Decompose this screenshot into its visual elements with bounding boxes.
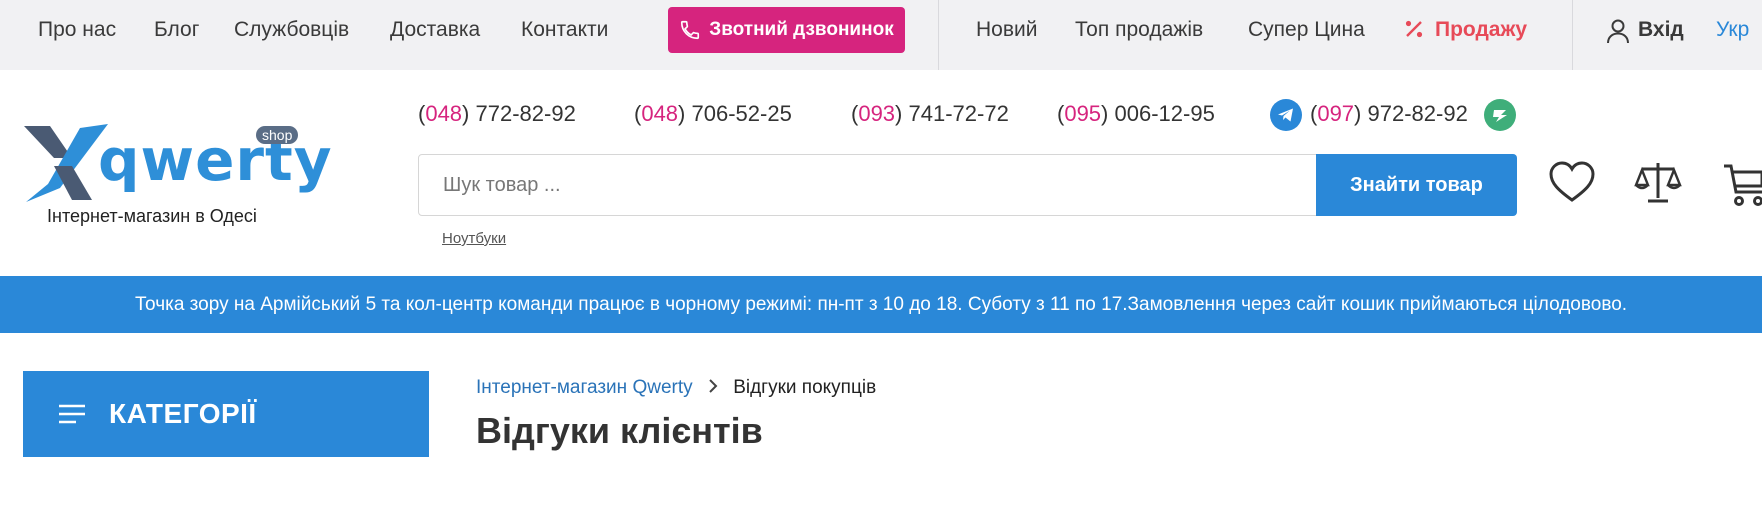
language-switch[interactable]: Укр xyxy=(1716,0,1749,60)
phone-link[interactable]: (093) 741-72-72 xyxy=(851,101,1009,127)
cart-icon[interactable] xyxy=(1722,160,1762,208)
phone-link[interactable]: (048) 772-82-92 xyxy=(418,101,576,127)
categories-label: КАТЕГОРІЇ xyxy=(109,398,257,429)
info-banner: Точка зору на Армійський 5 та кол-центр … xyxy=(0,276,1762,333)
user-icon xyxy=(1607,19,1629,44)
phone-link[interactable]: (095) 006-12-95 xyxy=(1057,101,1215,127)
nav-link-about[interactable]: Про нас xyxy=(38,0,116,60)
logo-wordmark: qwerty xyxy=(98,126,333,194)
phone-link[interactable]: (048) 706-52-25 xyxy=(634,101,792,127)
search-button[interactable]: Знайти товар xyxy=(1316,154,1517,216)
nav-link-blog[interactable]: Блог xyxy=(154,0,199,60)
site-logo[interactable]: qwerty shop Інтернет-магазин в Одесі xyxy=(20,120,332,240)
nav-link-new[interactable]: Новий xyxy=(976,0,1037,60)
chevron-right-icon xyxy=(708,377,718,399)
nav-link-contacts[interactable]: Контакти xyxy=(521,0,608,60)
menu-icon xyxy=(59,404,85,424)
nav-link-top-sales[interactable]: Топ продажів xyxy=(1075,0,1203,60)
nav-link-staff[interactable]: Службовців xyxy=(234,0,349,60)
nav-link-sale[interactable]: Продажу xyxy=(1435,0,1527,60)
page-title: Відгуки клієнтів xyxy=(476,410,763,451)
breadcrumb: Інтернет-магазин Qwerty Відгуки покупців xyxy=(476,377,876,399)
callback-label: Звотний дзвонинок xyxy=(709,19,894,40)
phone-link[interactable]: (097) 972-82-92 xyxy=(1310,101,1468,127)
nav-link-delivery[interactable]: Доставка xyxy=(390,0,480,60)
search-hint-link[interactable]: Ноутбуки xyxy=(442,230,506,247)
divider xyxy=(938,0,939,70)
callback-button[interactable]: Звотний дзвонинок xyxy=(668,7,905,53)
viber-icon[interactable] xyxy=(1484,99,1516,131)
divider xyxy=(1572,0,1573,70)
breadcrumb-home-link[interactable]: Інтернет-магазин Qwerty xyxy=(476,377,693,398)
search-input[interactable] xyxy=(418,154,1318,216)
logo-tagline: Інтернет-магазин в Одесі xyxy=(47,206,257,226)
heart-icon[interactable] xyxy=(1548,160,1596,204)
login-link[interactable]: Вхід xyxy=(1638,0,1684,60)
nav-link-super-price[interactable]: Супер Цина xyxy=(1248,0,1365,60)
phone-icon xyxy=(681,20,700,40)
top-nav-bar: Про нас Блог Службовців Доставка Контакт… xyxy=(0,0,1762,70)
breadcrumb-current: Відгуки покупців xyxy=(733,377,877,398)
logo-shop-badge: shop xyxy=(256,126,299,144)
telegram-icon[interactable] xyxy=(1270,99,1302,131)
categories-button[interactable]: КАТЕГОРІЇ xyxy=(23,371,429,457)
compare-icon[interactable] xyxy=(1634,160,1682,204)
percent-icon xyxy=(1405,20,1423,38)
